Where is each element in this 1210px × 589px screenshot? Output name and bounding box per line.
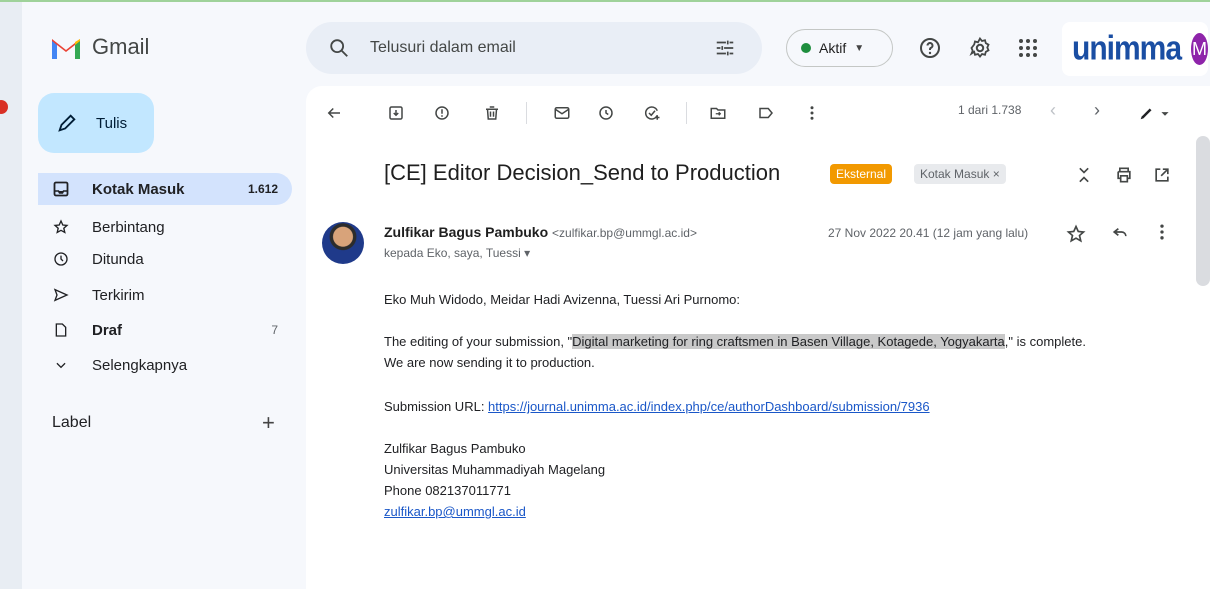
inbox-label-chip[interactable]: Kotak Masuk × [914,164,1006,184]
search-input[interactable]: Telusuri dalam email [370,39,714,57]
signature-phone: Phone 082137011771 [384,483,511,498]
signature-email-link[interactable]: zulfikar.bp@ummgl.ac.id [384,504,526,519]
sidebar-item-label: Berbintang [92,218,165,236]
back-arrow-icon[interactable] [324,103,344,123]
highlighted-title: Digital marketing for ring craftsmen in … [572,334,1005,349]
pagination-text: 1 dari 1.738 [958,103,1022,117]
app-name: Gmail [92,34,150,59]
body-text: ," is complete. [1004,334,1086,349]
delete-trash-icon[interactable] [482,103,502,123]
sidebar-item-label: Draf [92,321,123,339]
sender-avatar[interactable] [322,222,364,264]
previous-page-icon[interactable]: ‹ [1050,100,1056,121]
email-date: 27 Nov 2022 20.41 (12 jam yang lalu) [828,226,1029,240]
sidebar-item-label: Selengkapnya [92,356,188,374]
send-icon [52,286,70,304]
input-tools-pen-icon[interactable] [1136,103,1176,123]
reply-icon[interactable] [1110,222,1130,242]
sidebar-item-label: Terkirim [92,286,145,304]
toolbar-divider [526,102,527,124]
left-edge-strip [0,2,22,589]
recipients-dropdown[interactable]: kepada Eko, saya, Tuessi ▾ [384,246,530,260]
sidebar-item-drafts[interactable]: Draf 7 [38,314,292,346]
email-body-line: We are now sending it to production. [384,355,595,370]
compose-label: Tulis [96,114,128,132]
more-vertical-icon[interactable] [802,103,822,123]
print-icon[interactable] [1114,165,1134,185]
toolbar-divider [686,102,687,124]
inbox-icon [52,180,70,198]
clock-icon [52,250,70,268]
sender-name[interactable]: Zulfikar Bagus Pambuko [384,224,548,240]
open-in-new-window-icon[interactable] [1152,165,1172,185]
gmail-logo[interactable]: Gmail [50,34,149,60]
search-icon[interactable] [328,37,350,59]
label-tag-icon[interactable] [756,103,776,123]
status-label: Aktif [819,40,847,56]
add-label-button[interactable]: + [262,410,275,436]
compose-button[interactable]: Tulis [38,93,154,153]
sidebar-item-snoozed[interactable]: Ditunda [38,243,292,275]
sidebar-item-label: Ditunda [92,250,144,268]
url-label: Submission URL: [384,399,489,414]
account-switcher[interactable]: unimma M [1062,22,1208,76]
draft-icon [52,321,70,339]
search-bar[interactable]: Telusuri dalam email [306,22,762,74]
window-top-border [0,0,1210,2]
email-greeting: Eko Muh Widodo, Meidar Hadi Avizenna, Tu… [384,292,740,307]
status-active-dot [801,43,811,53]
sidebar-item-starred[interactable]: Berbintang [38,211,292,243]
expand-collapse-icon[interactable] [1074,165,1094,185]
email-subject: [CE] Editor Decision_Send to Production [384,160,781,185]
add-task-icon[interactable] [642,103,662,123]
pencil-icon [58,114,76,132]
gmail-m-icon [52,39,80,59]
unread-count: 1.612 [247,182,278,196]
submission-link[interactable]: https://journal.unimma.ac.id/index.php/c… [488,399,930,414]
chevron-down-icon [52,356,70,374]
star-icon [52,218,70,236]
help-icon[interactable] [918,36,942,60]
sidebar-item-label: Kotak Masuk [92,180,185,198]
chevron-down-icon: ▼ [854,42,865,54]
sidebar-item-sent[interactable]: Terkirim [38,279,292,311]
status-dropdown[interactable]: Aktif ▼ [786,29,893,67]
sidebar-item-more[interactable]: Selengkapnya [38,349,292,381]
sidebar-item-inbox[interactable]: Kotak Masuk 1.612 [38,173,292,205]
filter-options-icon[interactable] [714,37,736,59]
message-panel: 1 dari 1.738 ‹ › [CE] Editor Decision_Se… [306,86,1210,589]
external-badge: Eksternal [830,164,893,184]
mark-unread-mail-icon[interactable] [552,103,572,123]
body-text: The editing of your submission, " [384,334,573,349]
scrollbar-thumb[interactable] [1196,136,1210,286]
snooze-clock-icon[interactable] [596,103,616,123]
draft-count: 7 [271,323,278,337]
email-body-line: The editing of your submission, "Digital… [384,334,1086,349]
report-spam-icon[interactable] [432,103,452,123]
signature-name: Zulfikar Bagus Pambuko [384,441,526,456]
more-vertical-icon[interactable] [1152,222,1172,242]
apps-grid-icon[interactable] [1016,36,1040,60]
archive-icon[interactable] [386,103,406,123]
signature-organization: Universitas Muhammadiyah Magelang [384,462,606,477]
avatar[interactable]: M [1191,33,1208,65]
labels-header: Label [52,414,92,431]
submission-url-line: Submission URL: https://journal.unimma.a… [384,399,930,414]
sender-email: <zulfikar.bp@ummgl.ac.id> [552,226,697,240]
move-to-folder-icon[interactable] [708,103,728,123]
star-icon[interactable] [1066,224,1086,244]
organization-logo: unimma [1072,29,1182,68]
sender-line: Zulfikar Bagus Pambuko <zulfikar.bp@ummg… [384,224,697,240]
next-page-icon[interactable]: › [1094,100,1100,121]
settings-gear-icon[interactable] [968,36,992,60]
